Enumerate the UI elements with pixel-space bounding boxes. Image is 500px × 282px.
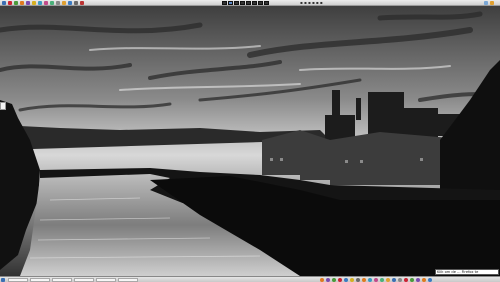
- show-desktop-icon[interactable]: [1, 278, 5, 282]
- workspace-1[interactable]: [222, 1, 227, 5]
- bottom-panel: [0, 276, 500, 282]
- network-icon[interactable]: [484, 1, 488, 5]
- tray-app-icon[interactable]: [386, 278, 390, 282]
- app-icon[interactable]: [80, 1, 84, 5]
- tray-app-icon[interactable]: [338, 278, 342, 282]
- taskbar-button[interactable]: [118, 278, 138, 282]
- app-icon[interactable]: [14, 1, 18, 5]
- taskbar-button[interactable]: [96, 278, 116, 282]
- tray-app-icon[interactable]: [332, 278, 336, 282]
- tray-app-icon[interactable]: [326, 278, 330, 282]
- volume-icon[interactable]: [490, 1, 494, 5]
- tray-app-icon[interactable]: [392, 278, 396, 282]
- firefox-icon[interactable]: [320, 278, 324, 282]
- workspace-4[interactable]: [240, 1, 245, 5]
- tray-app-icon[interactable]: [350, 278, 354, 282]
- tray-app-icon[interactable]: [398, 278, 402, 282]
- tray-app-icon[interactable]: [380, 278, 384, 282]
- app-icon[interactable]: [56, 1, 60, 5]
- tray-app-icon[interactable]: [362, 278, 366, 282]
- tray-app-icon[interactable]: [404, 278, 408, 282]
- taskbar-button[interactable]: [52, 278, 72, 282]
- tray-app-icon[interactable]: [422, 278, 426, 282]
- tray-app-icon[interactable]: [428, 278, 432, 282]
- taskbar-button[interactable]: [30, 278, 50, 282]
- app-icon[interactable]: [8, 1, 12, 5]
- desktop-wallpaper: [0, 0, 500, 282]
- top-panel-menu-items[interactable]: ▪ ▪ ▪ ▪ ▪ ▪: [300, 0, 323, 6]
- app-icon[interactable]: [62, 1, 66, 5]
- tray-app-icon[interactable]: [416, 278, 420, 282]
- taskbar-button[interactable]: [8, 278, 28, 282]
- taskbar-button[interactable]: [74, 278, 94, 282]
- workspace-5[interactable]: [246, 1, 251, 5]
- desktop-file-icon[interactable]: [0, 102, 6, 110]
- tray-app-icon[interactable]: [368, 278, 372, 282]
- app-icon[interactable]: [2, 1, 6, 5]
- tray-app-icon[interactable]: [374, 278, 378, 282]
- workspace-8[interactable]: [264, 1, 269, 5]
- workspace-2[interactable]: [228, 1, 233, 5]
- tray-app-icon[interactable]: [410, 278, 414, 282]
- app-icon[interactable]: [74, 1, 78, 5]
- app-icon[interactable]: [20, 1, 24, 5]
- tray-app-icon[interactable]: [344, 278, 348, 282]
- status-tooltip: Klik om de ... Firefox te: [435, 269, 499, 275]
- app-icon[interactable]: [32, 1, 36, 5]
- app-icon[interactable]: [44, 1, 48, 5]
- workspace-6[interactable]: [252, 1, 257, 5]
- workspace-3[interactable]: [234, 1, 239, 5]
- app-icon[interactable]: [68, 1, 72, 5]
- app-icon[interactable]: [38, 1, 42, 5]
- tray-app-icon[interactable]: [356, 278, 360, 282]
- app-icon[interactable]: [26, 1, 30, 5]
- workspace-7[interactable]: [258, 1, 263, 5]
- top-panel: ▪ ▪ ▪ ▪ ▪ ▪: [0, 0, 500, 6]
- app-icon[interactable]: [50, 1, 54, 5]
